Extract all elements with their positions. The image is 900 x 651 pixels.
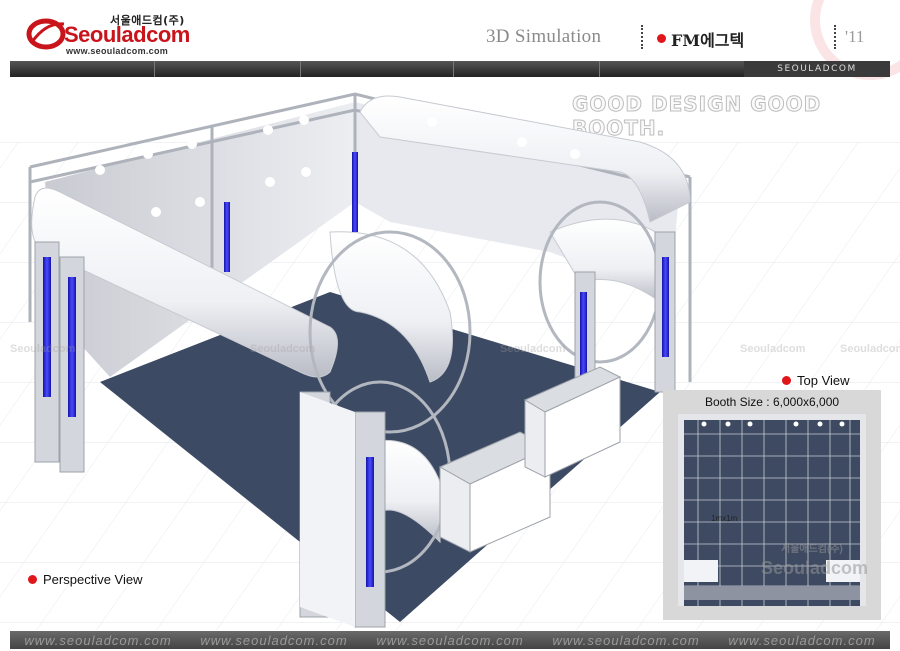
nav-brand[interactable]: SEOULADCOM bbox=[744, 61, 890, 77]
footer-link[interactable]: www.seouladcom.com bbox=[24, 633, 171, 648]
booth-size-label: Booth Size : 6,000x6,000 bbox=[704, 395, 840, 409]
front-side-panel bbox=[300, 392, 355, 627]
divider bbox=[834, 25, 837, 49]
bullet-icon bbox=[28, 575, 37, 584]
svg-text:Seouladcom: Seouladcom bbox=[10, 343, 76, 355]
footer-link[interactable]: www.seouladcom.com bbox=[200, 633, 347, 648]
watermark-name: Seouladcom bbox=[761, 558, 869, 578]
grid-scale-label: 1mx1m bbox=[711, 514, 738, 523]
divider bbox=[641, 25, 644, 49]
perspective-view-label: Perspective View bbox=[28, 572, 142, 587]
year-label: '11 bbox=[845, 27, 865, 46]
svg-text:Seouladcom: Seouladcom bbox=[740, 343, 806, 355]
header: 서울애드컴(주) Seouladcom www.seouladcom.com 3… bbox=[0, 0, 900, 80]
nav-segment[interactable] bbox=[600, 61, 745, 77]
footer-link[interactable]: www.seouladcom.com bbox=[376, 633, 523, 648]
nav-bar: SEOULADCOM bbox=[10, 61, 890, 77]
top-view-panel: Booth Size : 6,000x6,000 1mx1m 서울애드컴(주) … bbox=[663, 390, 881, 620]
footer-bar: www.seouladcom.com www.seouladcom.com ww… bbox=[10, 631, 890, 649]
nav-segment[interactable] bbox=[155, 61, 301, 77]
logo-swoosh-icon bbox=[26, 18, 66, 50]
svg-text:Seouladcom: Seouladcom bbox=[500, 343, 566, 355]
company-logo[interactable]: 서울애드컴(주) Seouladcom www.seouladcom.com bbox=[26, 10, 190, 58]
svg-text:Seouladcom: Seouladcom bbox=[840, 343, 900, 355]
bullet-icon bbox=[657, 34, 666, 43]
nav-segment[interactable] bbox=[454, 61, 600, 77]
bullet-icon bbox=[782, 376, 791, 385]
logo-name: Seouladcom bbox=[64, 22, 190, 47]
nav-segment[interactable] bbox=[10, 61, 155, 77]
footer-link[interactable]: www.seouladcom.com bbox=[552, 633, 699, 648]
client-name: FM에그텍 bbox=[671, 31, 745, 50]
svg-text:Seouladcom: Seouladcom bbox=[250, 343, 316, 355]
top-view-label: Top View bbox=[782, 373, 850, 388]
logo-url: www.seouladcom.com bbox=[66, 46, 169, 56]
nav-segment[interactable] bbox=[301, 61, 454, 77]
page-title: 3D Simulation bbox=[486, 26, 602, 47]
footer-link[interactable]: www.seouladcom.com bbox=[728, 633, 875, 648]
watermark-korean: 서울애드컴(주) bbox=[781, 544, 843, 555]
